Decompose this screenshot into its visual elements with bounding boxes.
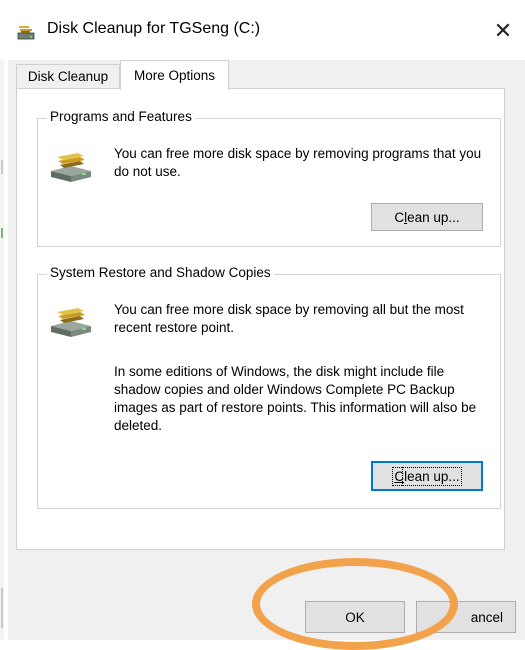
restore-clean-up-text: Clean up... bbox=[392, 466, 462, 486]
programs-clean-up-suffix: ean up... bbox=[407, 209, 460, 225]
restore-clean-up-suffix: lean up... bbox=[402, 466, 462, 486]
restore-description: You can free more disk space by removing… bbox=[114, 302, 464, 335]
disk-cleanup-icon bbox=[17, 26, 35, 40]
cancel-button[interactable]: ancel bbox=[416, 601, 516, 633]
edge-mark bbox=[1, 588, 3, 628]
edge-mark bbox=[1, 160, 3, 174]
tab-more-options[interactable]: More Options bbox=[120, 60, 229, 90]
programs-description: You can free more disk space by removing… bbox=[114, 146, 482, 179]
desktop-edge bbox=[0, 0, 4, 640]
ok-button[interactable]: OK bbox=[305, 601, 405, 633]
programs-clean-up-prefix: C bbox=[394, 209, 405, 225]
close-icon[interactable]: ✕ bbox=[486, 14, 520, 48]
tab-disk-cleanup[interactable]: Disk Cleanup bbox=[16, 64, 120, 88]
title-bar[interactable]: Disk Cleanup for TGSeng (C:) ✕ bbox=[0, 0, 525, 60]
window-title: Disk Cleanup for TGSeng (C:) bbox=[47, 20, 261, 37]
restore-clean-up-button[interactable]: Clean up... bbox=[371, 461, 483, 491]
restore-clean-up-mnemonic: C bbox=[394, 468, 405, 484]
disk-cleanup-window: Disk Cleanup for TGSeng (C:) ✕ Disk Clea… bbox=[0, 0, 525, 650]
drive-cleanup-icon bbox=[51, 153, 91, 182]
programs-clean-up-button[interactable]: Cl ean up... bbox=[371, 203, 483, 231]
more-options-panel: Programs and Features You can free more … bbox=[16, 88, 505, 550]
system-restore-label: System Restore and Shadow Copies bbox=[47, 265, 274, 280]
programs-features-label: Programs and Features bbox=[47, 109, 195, 124]
drive-cleanup-icon bbox=[51, 308, 91, 337]
edge-mark bbox=[1, 228, 3, 238]
restore-note: In some editions of Windows, the disk mi… bbox=[114, 364, 477, 433]
